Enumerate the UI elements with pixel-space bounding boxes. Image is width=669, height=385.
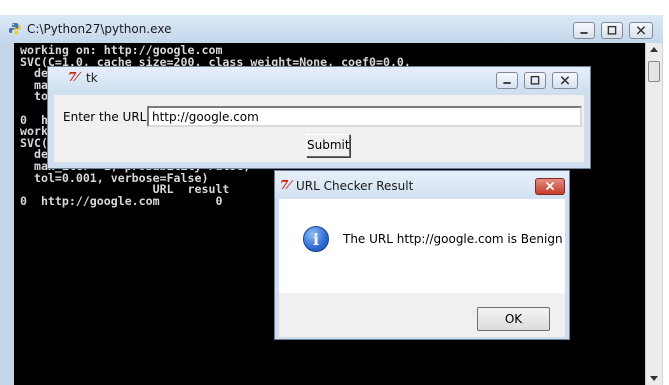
close-icon — [545, 181, 555, 191]
tk-form: Enter the URL: Submit — [54, 95, 584, 162]
minimize-icon — [580, 32, 588, 34]
close-icon — [636, 26, 646, 35]
result-message: The URL http://google.com is Benign — [343, 232, 563, 246]
scroll-up-arrow-icon[interactable] — [650, 47, 658, 52]
close-button[interactable] — [629, 22, 653, 39]
maximize-icon — [607, 25, 617, 35]
console-titlebar[interactable]: C:\Python27\python.exe — [0, 15, 663, 43]
result-button-area: OK — [279, 293, 565, 337]
result-dialog: 7⁄ URL Checker Result i The URL http://g… — [274, 170, 570, 340]
scroll-down-arrow-icon[interactable] — [650, 376, 658, 381]
result-title: URL Checker Result — [296, 179, 414, 193]
console-title: C:\Python27\python.exe — [27, 22, 172, 36]
result-titlebar[interactable]: 7⁄ URL Checker Result — [275, 171, 569, 199]
info-icon: i — [303, 226, 329, 252]
result-message-area: i The URL http://google.com is Benign — [279, 199, 565, 293]
console-scrollbar[interactable] — [645, 43, 662, 385]
ok-button[interactable]: OK — [477, 307, 550, 331]
result-close-button[interactable] — [535, 178, 565, 195]
python-icon — [9, 23, 21, 35]
maximize-button[interactable] — [601, 22, 623, 39]
url-input[interactable] — [147, 106, 582, 127]
minimize-icon — [503, 82, 511, 84]
maximize-icon — [530, 75, 540, 85]
tk-feather-icon: 7⁄ — [280, 178, 291, 192]
tk-titlebar[interactable]: 7⁄ tk — [48, 67, 590, 89]
url-label: Enter the URL: — [63, 110, 151, 124]
tk-title: tk — [86, 71, 98, 85]
close-icon — [560, 76, 570, 85]
tk-window: 7⁄ tk Enter the URL: Submit — [47, 66, 591, 169]
minimize-button[interactable] — [573, 22, 595, 39]
tk-maximize-button[interactable] — [524, 72, 546, 89]
scrollbar-thumb[interactable] — [648, 61, 660, 82]
submit-button[interactable]: Submit — [306, 134, 350, 157]
tk-feather-icon: 7⁄ — [68, 70, 79, 84]
tk-minimize-button[interactable] — [496, 72, 518, 89]
tk-close-button[interactable] — [552, 72, 578, 89]
